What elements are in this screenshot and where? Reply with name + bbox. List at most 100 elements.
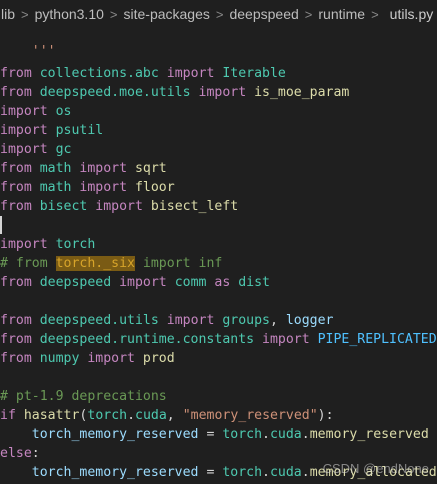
code-token: :	[31, 446, 40, 461]
code-token: cuda	[269, 465, 302, 480]
code-token: numpy	[31, 351, 88, 366]
code-token: "memory_reserved"	[182, 408, 318, 423]
breadcrumb-separator: >	[304, 6, 313, 22]
code-line: import gc	[0, 140, 71, 159]
code-token: else	[0, 446, 32, 461]
code-line: from deepspeed.utils import groups, logg…	[0, 311, 334, 330]
code-token: memory_reserved	[309, 427, 429, 442]
breadcrumb-item-lib[interactable]: lib	[0, 6, 16, 22]
code-token: from	[0, 199, 32, 214]
code-line: if hasattr(torch.cuda, "memory_reserved"…	[0, 406, 334, 425]
code-token: =	[198, 465, 223, 480]
code-token: =	[198, 427, 223, 442]
code-token: torch_memory_reserved	[31, 427, 199, 442]
code-token: # from	[0, 256, 56, 271]
code-token: import	[0, 142, 48, 157]
code-token: deepspeed	[31, 275, 120, 290]
code-token: torch	[222, 427, 263, 442]
code-line: from deepspeed.runtime.constants import …	[0, 330, 437, 349]
code-token: ):	[317, 408, 334, 423]
code-line: from deepspeed.moe.utils import is_moe_p…	[0, 83, 349, 102]
code-line: from deepspeed import comm as dist	[0, 273, 270, 292]
code-token: import	[79, 161, 128, 176]
code-token: bisect_left	[142, 199, 239, 214]
code-token: is_moe_param	[246, 85, 350, 100]
code-token: PIPE_REPLICATED	[309, 332, 437, 347]
code-token: from	[0, 161, 32, 176]
code-token: collections.abc	[31, 66, 167, 81]
search-highlight: torch._six	[55, 256, 135, 271]
code-token: Iterable	[214, 66, 286, 81]
breadcrumb-item-file[interactable]: utils.py	[389, 6, 435, 22]
code-line: # from torch._six import inf	[0, 254, 222, 273]
code-line-fragment: '''	[0, 26, 56, 59]
breadcrumb-separator: >	[109, 6, 118, 22]
code-token: .	[301, 427, 310, 442]
code-token: .	[262, 427, 270, 442]
code-token: if	[0, 408, 16, 423]
breadcrumb-separator: >	[371, 6, 379, 22]
code-token: gc	[47, 142, 72, 157]
code-line: from bisect import bisect_left	[0, 197, 238, 216]
code-token: dist	[230, 275, 270, 290]
code-token: '''	[31, 44, 56, 59]
code-token: deepspeed.utils	[31, 313, 167, 328]
code-token: torch	[47, 237, 96, 252]
code-token: from	[0, 313, 32, 328]
code-token: import	[79, 180, 128, 195]
code-token: deepspeed.runtime.constants	[31, 332, 263, 347]
code-token: psutil	[47, 123, 104, 138]
code-line: import os	[0, 102, 71, 121]
code-editor[interactable]: ''' from collections.abc import Iterable…	[0, 26, 437, 484]
code-token: from	[0, 351, 32, 366]
code-token: # pt-1.9 deprecations	[0, 389, 167, 404]
code-token: import	[87, 351, 135, 366]
breadcrumb-item-deepspeed[interactable]: deepspeed	[228, 6, 299, 22]
code-token: import	[262, 332, 310, 347]
code-token: math	[31, 161, 80, 176]
code-token: ,	[269, 313, 286, 328]
code-token: import	[166, 313, 215, 328]
code-line: import torch	[0, 235, 95, 254]
breadcrumb: lib > python3.10 > site-packages > deeps…	[0, 0, 437, 28]
code-token: groups	[214, 313, 270, 328]
code-token: import	[95, 199, 143, 214]
code-token: logger	[285, 313, 334, 328]
breadcrumb-item-runtime[interactable]: runtime	[317, 6, 366, 22]
code-token: torch	[222, 465, 263, 480]
code-token: prod	[134, 351, 175, 366]
code-token: math	[31, 180, 80, 195]
code-line: import psutil	[0, 121, 103, 140]
code-token: from	[0, 332, 32, 347]
code-token: from	[0, 66, 32, 81]
code-token: import	[166, 66, 215, 81]
code-line: else:	[0, 444, 40, 463]
code-token: from	[0, 85, 32, 100]
code-line: # pt-1.9 deprecations	[0, 387, 167, 406]
code-token: from	[0, 275, 32, 290]
code-token: import	[0, 104, 48, 119]
code-token: import	[119, 275, 167, 290]
code-token: cuda	[135, 408, 167, 423]
code-token: .	[262, 465, 270, 480]
code-line: torch_memory_reserved = torch.cuda.memor…	[0, 425, 429, 444]
breadcrumb-separator: >	[21, 6, 29, 22]
code-token: from	[0, 180, 32, 195]
watermark: CSDN @endNone	[322, 461, 429, 476]
code-token: hasattr	[23, 408, 80, 423]
code-line: from collections.abc import Iterable	[0, 64, 286, 83]
code-token: cuda	[269, 427, 302, 442]
breadcrumb-item-python[interactable]: python3.10	[34, 6, 105, 22]
code-token: as	[214, 275, 231, 290]
code-line: from math import sqrt	[0, 159, 167, 178]
code-line: from numpy import prod	[0, 349, 175, 368]
code-token: sqrt	[127, 161, 167, 176]
code-token: torch	[87, 408, 128, 423]
code-token: deepspeed.moe.utils	[31, 85, 199, 100]
breadcrumb-item-site-packages[interactable]: site-packages	[123, 6, 211, 22]
code-token: bisect	[31, 199, 96, 214]
code-token: import	[0, 123, 48, 138]
